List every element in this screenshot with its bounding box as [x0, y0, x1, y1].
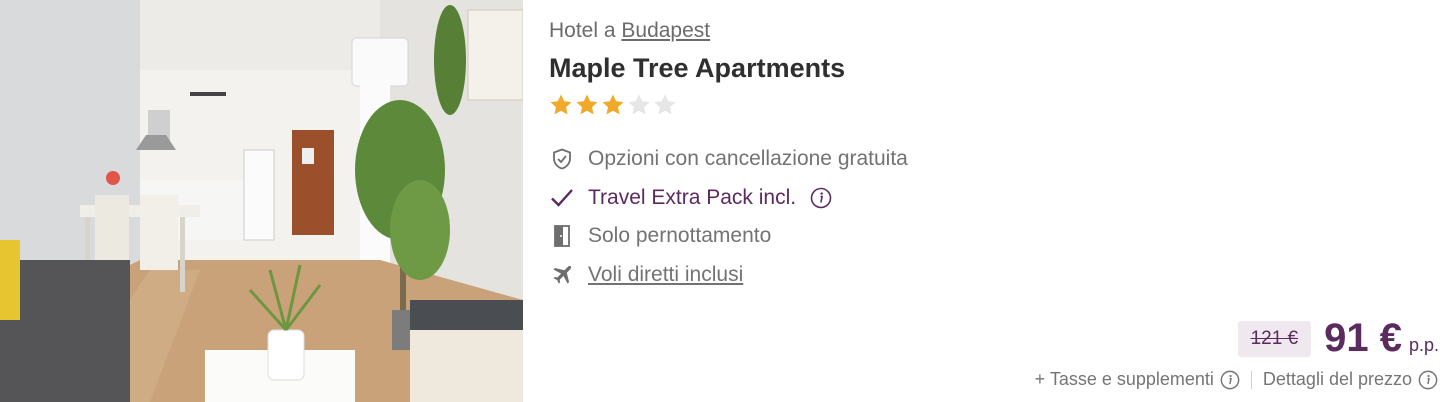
star-filled-icon — [576, 94, 598, 115]
feature-free-cancellation: Opzioni con cancellazione gratuita — [549, 140, 1249, 179]
location-prefix: Hotel a — [549, 19, 616, 42]
price-links: + Tasse e supplementi Dettagli del prezz… — [1035, 369, 1438, 390]
old-price: 121 € — [1237, 321, 1312, 357]
star-rating — [549, 93, 677, 119]
star-filled-icon — [550, 94, 572, 115]
feature-travel-extra-pack: Travel Extra Pack incl. — [549, 179, 1249, 218]
price-block: 121 € 91 € p.p. — [1237, 316, 1439, 360]
direct-flights-link[interactable]: Voli diretti inclusi — [588, 263, 743, 287]
door-icon — [549, 223, 575, 249]
star-empty-icon — [628, 94, 650, 115]
hotel-card[interactable]: Hotel a Budapest Maple Tree Apartments O… — [0, 0, 1444, 402]
feature-direct-flights: Voli diretti inclusi — [549, 256, 1249, 295]
star-filled-icon — [602, 94, 624, 115]
airplane-icon — [549, 262, 575, 288]
feature-label: Travel Extra Pack incl. — [588, 185, 797, 209]
shield-check-icon — [549, 146, 575, 172]
checkmark-icon — [549, 185, 575, 211]
price-details-link[interactable]: Dettagli del prezzo — [1263, 369, 1438, 390]
city-link[interactable]: Budapest — [621, 19, 710, 42]
hotel-name[interactable]: Maple Tree Apartments — [549, 53, 845, 84]
taxes-label: + Tasse e supplementi — [1034, 369, 1214, 389]
info-icon[interactable] — [1220, 370, 1240, 390]
feature-list: Opzioni con cancellazione gratuita Trave… — [549, 140, 1249, 294]
info-icon[interactable] — [810, 187, 832, 209]
room-photo-illustration — [0, 0, 523, 402]
feature-label: Opzioni con cancellazione gratuita — [588, 147, 908, 171]
star-empty-icon — [654, 94, 676, 115]
price-details-label: Dettagli del prezzo — [1262, 369, 1412, 389]
feature-board-type: Solo pernottamento — [549, 217, 1249, 256]
price-unit: p.p. — [1408, 335, 1439, 355]
taxes-link[interactable]: + Tasse e supplementi — [1035, 369, 1240, 390]
hotel-location: Hotel a Budapest — [549, 19, 710, 43]
feature-label: Solo pernottamento — [588, 224, 772, 248]
hotel-photo[interactable] — [0, 0, 523, 402]
current-price: 91 € — [1324, 316, 1402, 360]
info-icon[interactable] — [1418, 370, 1438, 390]
divider — [1250, 370, 1252, 389]
